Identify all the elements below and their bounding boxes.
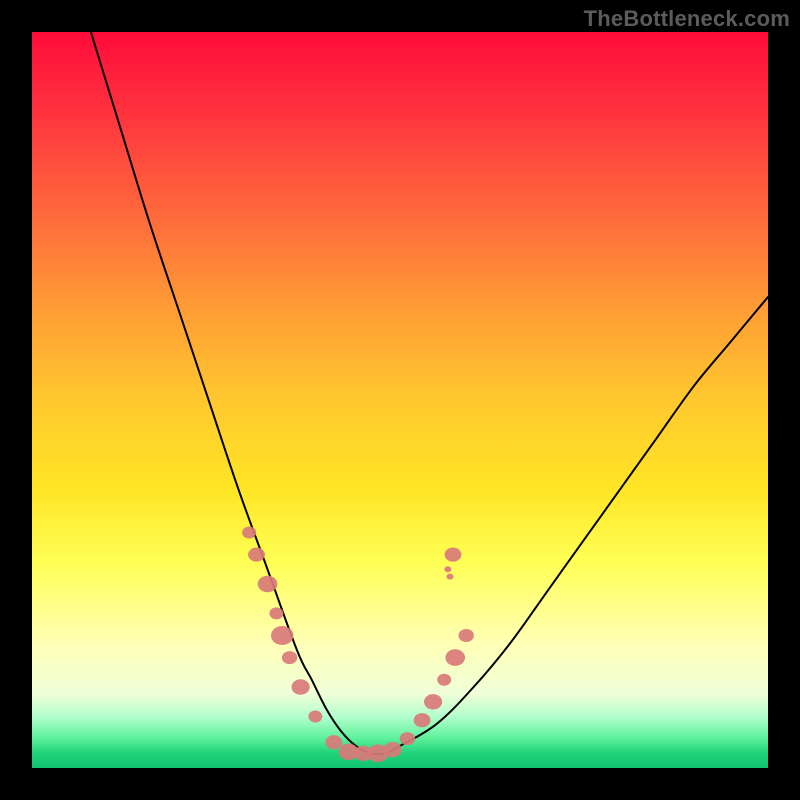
highlighted-points xyxy=(242,527,474,763)
marker-dot xyxy=(445,649,465,666)
marker-dot xyxy=(269,607,283,619)
bottleneck-curve xyxy=(91,32,768,754)
marker-dot xyxy=(414,713,431,727)
marker-dot xyxy=(248,548,265,562)
marker-dot xyxy=(444,566,451,572)
watermark-label: TheBottleneck.com xyxy=(584,6,790,32)
marker-dot xyxy=(400,732,415,745)
marker-dot xyxy=(424,694,442,709)
marker-dot xyxy=(242,527,256,539)
marker-dot xyxy=(384,742,402,757)
marker-dot xyxy=(258,576,278,593)
marker-dot xyxy=(282,651,297,664)
chart-frame: TheBottleneck.com xyxy=(0,0,800,800)
marker-dot xyxy=(447,574,454,580)
plot-area xyxy=(32,32,768,768)
marker-dot xyxy=(445,548,462,562)
marker-dot xyxy=(325,735,342,749)
curve-layer xyxy=(32,32,768,768)
marker-dot xyxy=(292,679,310,694)
marker-dot xyxy=(271,626,293,645)
marker-dot xyxy=(459,629,474,642)
marker-dot xyxy=(437,674,451,686)
marker-dot xyxy=(308,711,322,723)
